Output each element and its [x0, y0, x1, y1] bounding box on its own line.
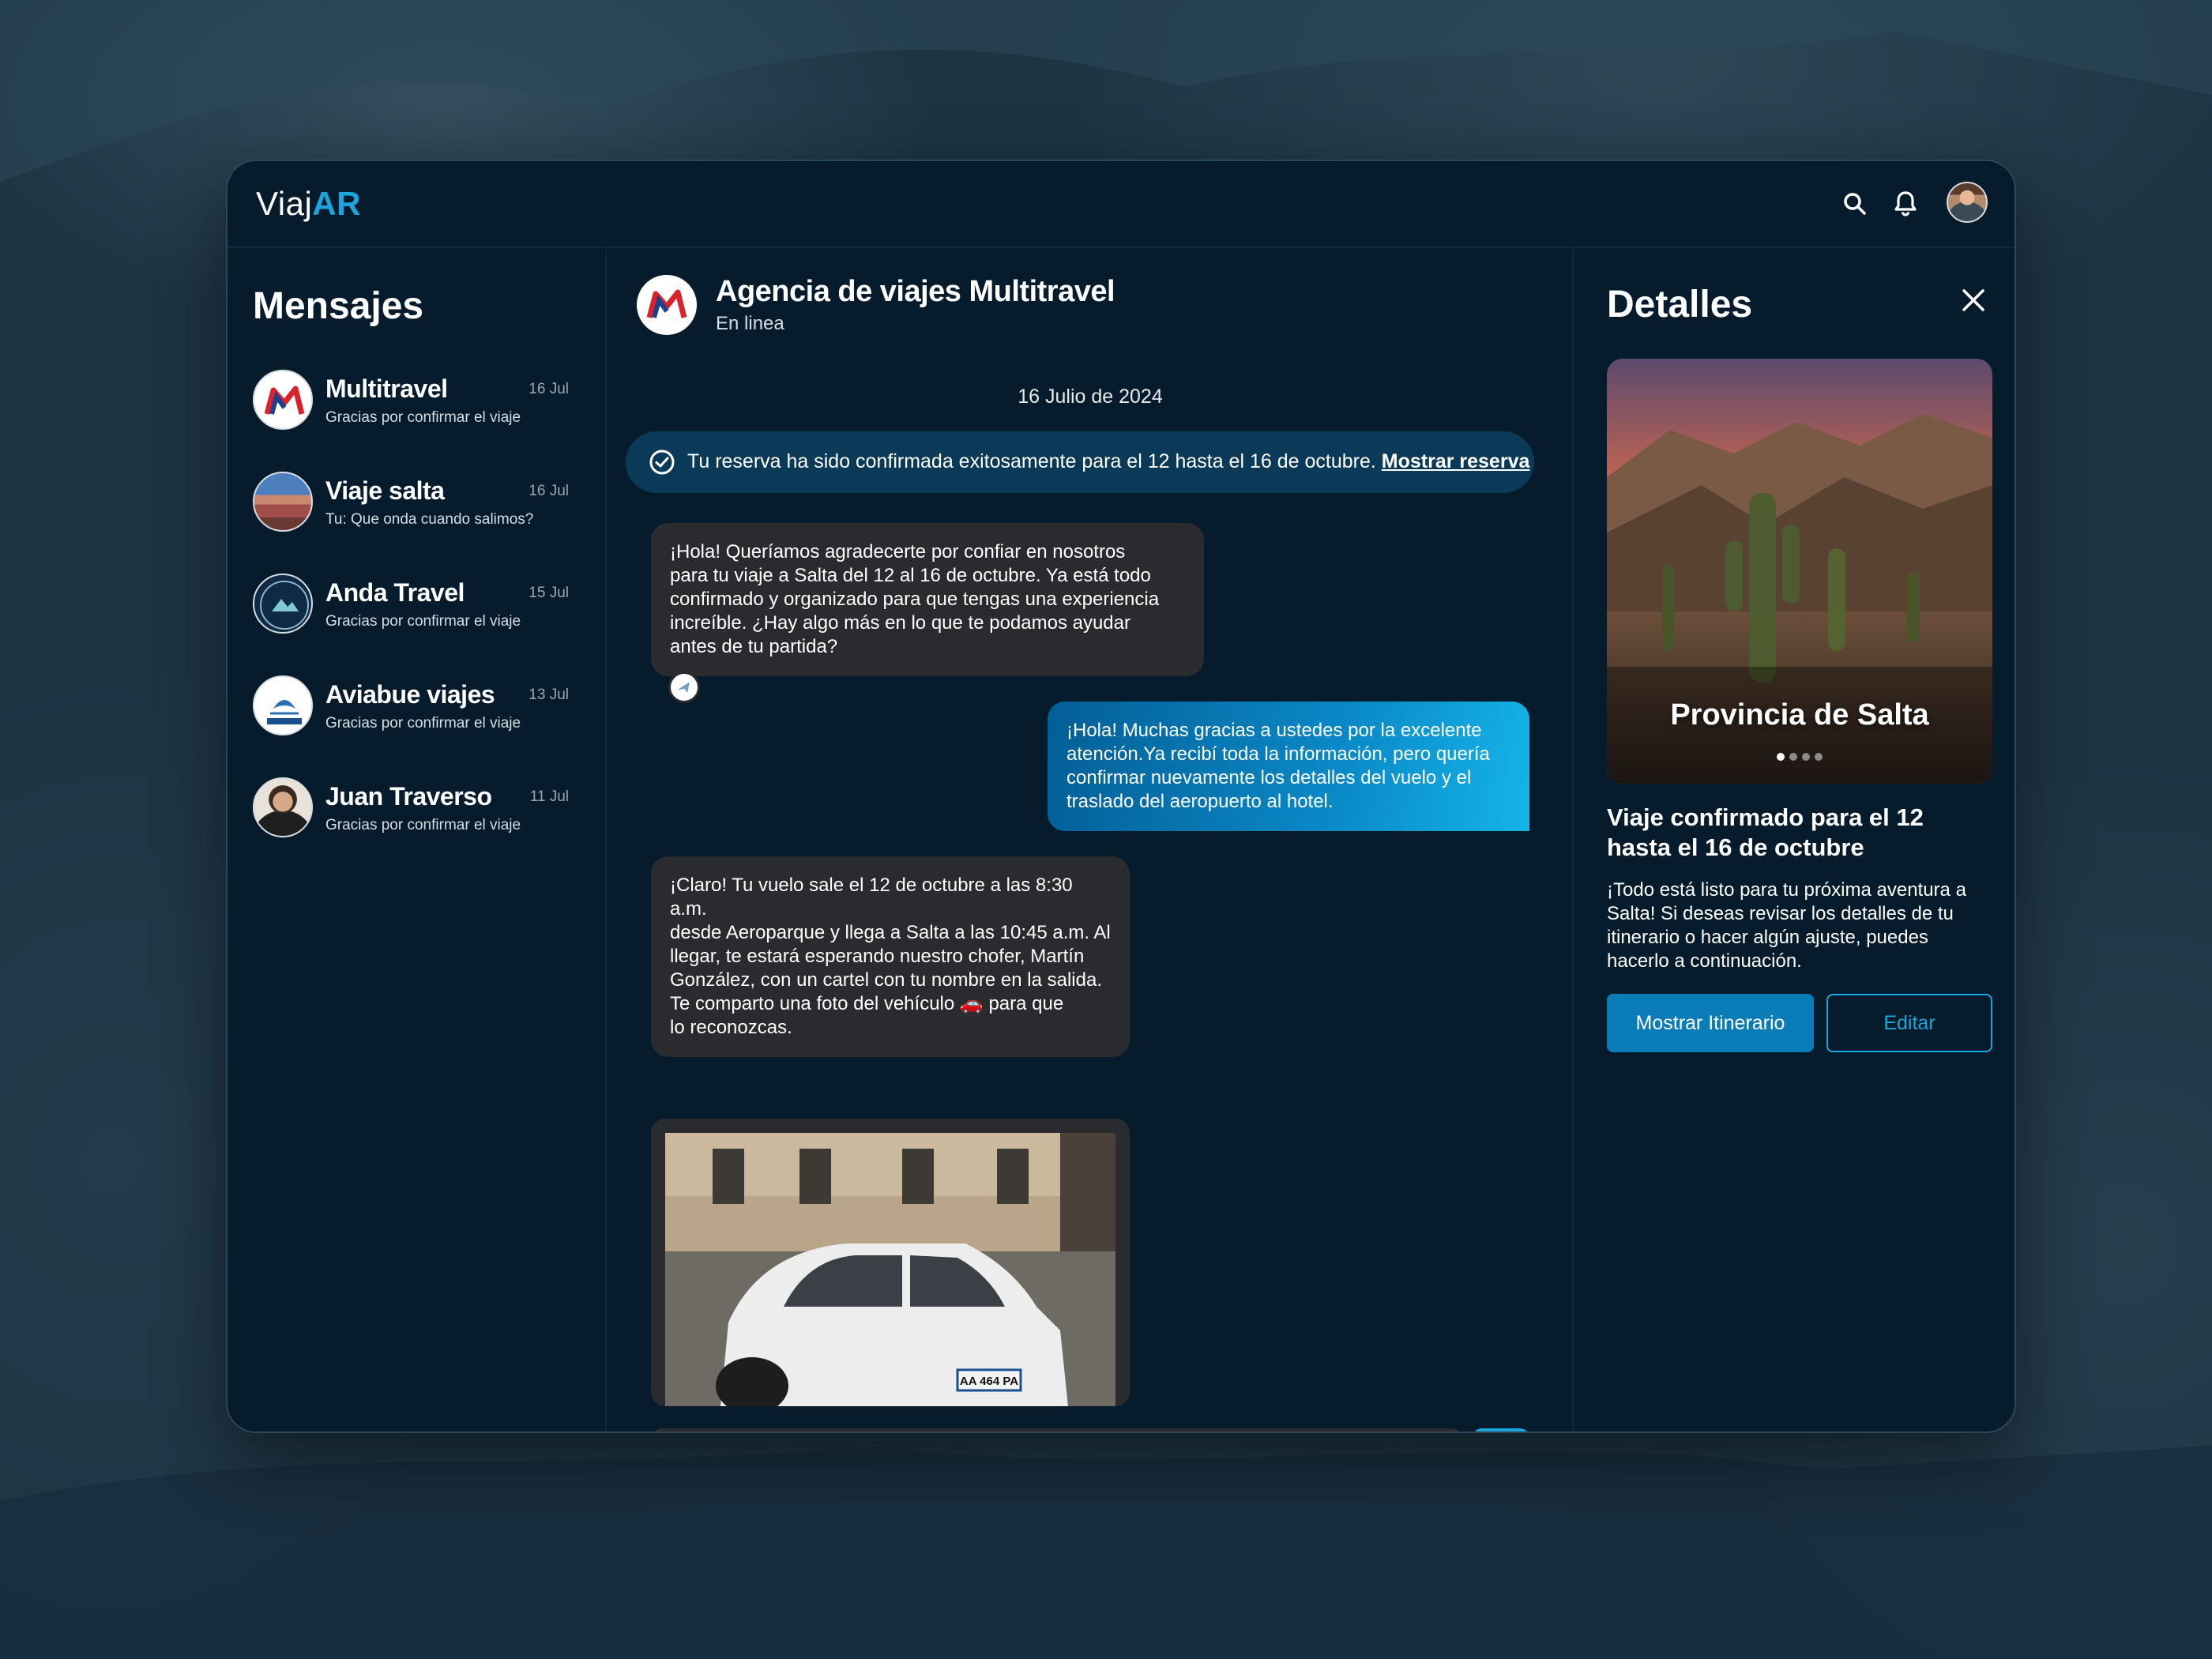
- top-bar: ViajAR: [228, 161, 2014, 248]
- conversation-date: 16 Jul: [529, 381, 569, 397]
- car-photo-message[interactable]: AA 464 PA: [651, 1119, 1130, 1414]
- app-logo[interactable]: ViajAR: [256, 185, 361, 223]
- hero-caption: Provincia de Salta: [1670, 698, 1929, 732]
- carousel-indicators[interactable]: [1607, 750, 1992, 765]
- conversation-date: 16 Jul: [529, 483, 569, 499]
- trip-description: ¡Todo está listo para tu próxima aventur…: [1607, 879, 1966, 972]
- message-input-box[interactable]: [651, 1428, 1463, 1431]
- conversation-name: Juan Traverso: [325, 782, 492, 811]
- edit-button[interactable]: Editar: [1826, 994, 1992, 1052]
- conversation-name: Viaje salta: [325, 476, 445, 505]
- plane-icon: [668, 672, 700, 703]
- conversation-preview: Gracias por confirmar el viaje: [325, 715, 521, 732]
- conversation-date: 13 Jul: [529, 687, 569, 703]
- conversation-name: Anda Travel: [325, 578, 465, 607]
- message-input[interactable]: [668, 1428, 1379, 1431]
- carousel-dot[interactable]: [1789, 753, 1797, 761]
- send-icon: [1473, 1428, 1529, 1433]
- viaje-salta-avatar: [253, 472, 313, 532]
- conversation-name: Multitravel: [325, 374, 448, 403]
- date-separator: 16 Julio de 2024: [1018, 386, 1163, 408]
- conversation-preview: Gracias por confirmar el viaje: [325, 613, 521, 630]
- message-outgoing: ¡Hola! Muchas gracias a ustedes por la e…: [1048, 702, 1529, 831]
- check-circle-icon: [649, 450, 675, 475]
- conversation-preview: Tu: Que onda cuando salimos?: [325, 511, 534, 528]
- banner-text: Tu reserva ha sido confirmada exitosamen…: [687, 450, 1376, 472]
- trip-confirmed-heading: Viaje confirmado para el 12 hasta el 16 …: [1607, 803, 1924, 861]
- details-title: Detalles: [1607, 284, 1753, 325]
- close-icon[interactable]: [1958, 284, 1989, 316]
- license-plate: AA 464 PA: [960, 1375, 1018, 1388]
- conversation-item-viaje-salta[interactable]: Viaje salta Tu: Que onda cuando salimos?…: [253, 472, 569, 535]
- conversation-item-aviabue[interactable]: Aviabue viajes Gracias por confirmar el …: [253, 675, 569, 739]
- bell-icon[interactable]: [1890, 188, 1921, 220]
- conversation-preview: Gracias por confirmar el viaje: [325, 409, 521, 426]
- aviabue-avatar: [253, 675, 313, 735]
- chat-contact-status: En linea: [716, 313, 784, 334]
- conversation-date: 15 Jul: [529, 585, 569, 601]
- destination-carousel[interactable]: Provincia de Salta: [1607, 359, 1992, 784]
- chat-contact-name: Agencia de viajes Multitravel: [716, 275, 1115, 308]
- conversation-date: 11 Jul: [529, 788, 569, 805]
- conversation-item-anda-travel[interactable]: Anda Travel Gracias por confirmar el via…: [253, 574, 569, 637]
- messages-title: Mensajes: [253, 285, 424, 327]
- conversation-item-juan-traverso[interactable]: Juan Traverso Gracias por confirmar el v…: [253, 777, 569, 841]
- user-avatar[interactable]: [1947, 182, 1988, 223]
- app-window: ViajAR Mensajes Multitravel Gracias por …: [226, 160, 2016, 1433]
- conversation-preview: Gracias por confirmar el viaje: [325, 817, 521, 833]
- show-itinerary-button[interactable]: Mostrar Itinerario: [1607, 994, 1814, 1052]
- carousel-dot[interactable]: [1802, 753, 1810, 761]
- show-booking-link[interactable]: Mostrar reserva: [1382, 450, 1530, 472]
- anda-travel-avatar: [253, 574, 313, 634]
- carousel-dot[interactable]: [1815, 753, 1823, 761]
- conversation-item-multitravel[interactable]: Multitravel Gracias por confirmar el via…: [253, 370, 569, 433]
- search-icon[interactable]: [1839, 188, 1871, 220]
- booking-confirmed-banner: Tu reserva ha sido confirmada exitosamen…: [626, 431, 1534, 493]
- chat-contact-avatar[interactable]: [637, 275, 697, 335]
- details-panel: Detalles Provincia de Salta Viaje confir…: [1575, 250, 2014, 1431]
- message-incoming: ¡Hola! Queríamos agradecerte por confiar…: [651, 523, 1204, 676]
- conversation-list-panel: Mensajes Multitravel Gracias por confirm…: [228, 250, 607, 1431]
- message-incoming: ¡Claro! Tu vuelo sale el 12 de octubre a…: [651, 856, 1130, 1057]
- send-button[interactable]: [1473, 1428, 1529, 1433]
- multitravel-avatar: [253, 370, 313, 430]
- conversation-name: Aviabue viajes: [325, 680, 495, 709]
- juan-traverso-avatar: [253, 777, 313, 837]
- carousel-dot[interactable]: [1777, 753, 1785, 761]
- car-photo: AA 464 PA: [665, 1133, 1115, 1414]
